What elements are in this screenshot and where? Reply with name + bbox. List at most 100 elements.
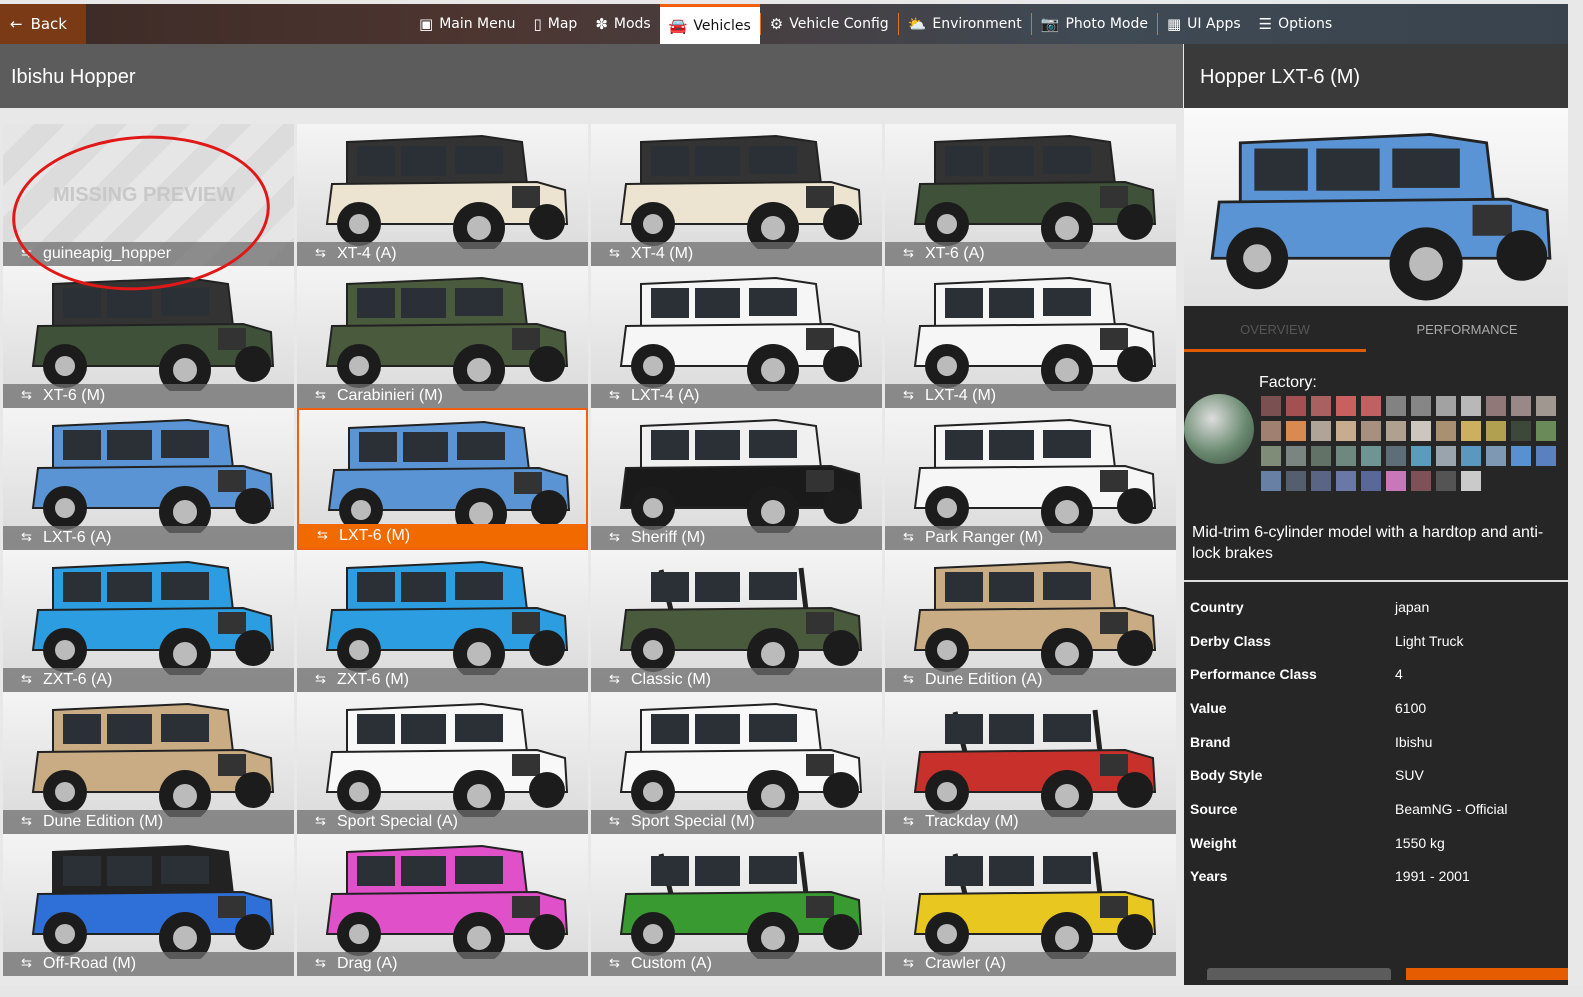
paint-swatch[interactable] xyxy=(1411,471,1431,491)
paint-swatch[interactable] xyxy=(1486,421,1506,441)
paint-swatch[interactable] xyxy=(1436,471,1456,491)
config-tile[interactable]: ⇆ Custom (A) xyxy=(591,834,882,976)
config-label: Sport Special (A) xyxy=(337,813,458,830)
paint-swatch[interactable] xyxy=(1336,471,1356,491)
paint-swatch[interactable] xyxy=(1461,446,1481,466)
config-title: Hopper LXT-6 (M) xyxy=(1184,44,1568,108)
config-description: Mid-trim 6-cylinder model with a hardtop… xyxy=(1184,512,1568,582)
nav-vehicle-config[interactable]: ⚙ Vehicle Config xyxy=(761,4,898,44)
paint-section: Factory: xyxy=(1184,352,1568,512)
config-tile[interactable]: ⇆ Classic (M) xyxy=(591,550,882,692)
nav-tabs: ▣ Main Menu ▯ Map ✽ Mods 🚘 Vehicles ⚙ Vehicle Con… xyxy=(410,4,1341,44)
paint-swatch[interactable] xyxy=(1436,421,1456,441)
config-tile[interactable]: ⇆ Drag (A) xyxy=(297,834,588,976)
back-button[interactable]: ← Back xyxy=(0,4,86,44)
config-tile[interactable]: ⇆ Sport Special (M) xyxy=(591,692,882,834)
sliders-icon: ☰ xyxy=(1258,15,1273,33)
spec-key: Brand xyxy=(1190,733,1231,750)
config-label: LXT-6 (A) xyxy=(43,529,112,546)
nav-main-menu[interactable]: ▣ Main Menu xyxy=(410,4,525,44)
paint-swatch[interactable] xyxy=(1536,421,1556,441)
config-tile[interactable]: ⇆ XT-4 (M) xyxy=(591,124,882,266)
config-share-icon: ⇆ xyxy=(609,955,620,970)
config-share-icon: ⇆ xyxy=(21,955,32,970)
nav-vehicles[interactable]: 🚘 Vehicles xyxy=(659,4,760,44)
paint-swatch[interactable] xyxy=(1261,471,1281,491)
paint-swatch[interactable] xyxy=(1361,421,1381,441)
paint-swatch[interactable] xyxy=(1361,396,1381,416)
paint-swatch[interactable] xyxy=(1486,446,1506,466)
config-tile[interactable]: ⇆ LXT-4 (M) xyxy=(885,266,1176,408)
config-label: Carabinieri (M) xyxy=(337,387,443,404)
primary-action-button[interactable] xyxy=(1406,968,1568,980)
config-tile[interactable]: ⇆ Sport Special (A) xyxy=(297,692,588,834)
secondary-action-button[interactable] xyxy=(1207,968,1391,980)
paint-swatch[interactable] xyxy=(1336,446,1356,466)
paint-swatch[interactable] xyxy=(1386,471,1406,491)
paint-swatch[interactable] xyxy=(1436,446,1456,466)
config-tile[interactable]: ⇆ Dune Edition (M) xyxy=(3,692,294,834)
paint-swatch[interactable] xyxy=(1511,421,1531,441)
paint-swatch[interactable] xyxy=(1486,396,1506,416)
paint-swatch[interactable] xyxy=(1361,471,1381,491)
paint-swatch[interactable] xyxy=(1411,446,1431,466)
config-tile[interactable]: MISSING PREVIEW ⇆ guineapig_hopper xyxy=(3,124,294,266)
paint-swatch[interactable] xyxy=(1511,396,1531,416)
paint-swatch[interactable] xyxy=(1286,421,1306,441)
config-tile[interactable]: ⇆ Crawler (A) xyxy=(885,834,1176,976)
nav-options[interactable]: ☰ Options xyxy=(1250,4,1341,44)
paint-swatch[interactable] xyxy=(1436,396,1456,416)
paint-swatch[interactable] xyxy=(1261,396,1281,416)
config-tile[interactable]: ⇆ LXT-6 (M) xyxy=(297,408,588,550)
paint-swatch[interactable] xyxy=(1311,471,1331,491)
config-label: Trackday (M) xyxy=(925,813,1019,830)
paint-swatch[interactable] xyxy=(1461,471,1481,491)
config-label: Dune Edition (M) xyxy=(43,813,164,830)
paint-swatch[interactable] xyxy=(1311,396,1331,416)
config-tile[interactable]: ⇆ XT-4 (A) xyxy=(297,124,588,266)
config-share-icon: ⇆ xyxy=(609,671,620,686)
paint-swatch[interactable] xyxy=(1536,446,1556,466)
paint-swatch[interactable] xyxy=(1311,421,1331,441)
config-tile[interactable]: ⇆ XT-6 (M) xyxy=(3,266,294,408)
config-tile[interactable]: ⇆ ZXT-6 (A) xyxy=(3,550,294,692)
config-tile[interactable]: ⇆ Dune Edition (A) xyxy=(885,550,1176,692)
config-tile[interactable]: ⇆ Sheriff (M) xyxy=(591,408,882,550)
paint-swatch[interactable] xyxy=(1411,396,1431,416)
paint-swatch[interactable] xyxy=(1386,446,1406,466)
paint-swatch[interactable] xyxy=(1411,421,1431,441)
config-tile[interactable]: ⇆ LXT-6 (A) xyxy=(3,408,294,550)
paint-swatch[interactable] xyxy=(1536,396,1556,416)
config-tile[interactable]: ⇆ XT-6 (A) xyxy=(885,124,1176,266)
config-tile[interactable]: ⇆ ZXT-6 (M) xyxy=(297,550,588,692)
paint-swatch[interactable] xyxy=(1311,446,1331,466)
paint-swatch[interactable] xyxy=(1286,471,1306,491)
config-tile[interactable]: ⇆ Carabinieri (M) xyxy=(297,266,588,408)
paint-swatch[interactable] xyxy=(1461,396,1481,416)
paint-swatch[interactable] xyxy=(1336,421,1356,441)
config-tile[interactable]: ⇆ Off-Road (M) xyxy=(3,834,294,976)
config-tile[interactable]: ⇆ Park Ranger (M) xyxy=(885,408,1176,550)
nav-ui-apps[interactable]: ▦ UI Apps xyxy=(1158,4,1250,44)
config-tile[interactable]: ⇆ Trackday (M) xyxy=(885,692,1176,834)
paint-swatch[interactable] xyxy=(1461,421,1481,441)
tab-overview[interactable]: OVERVIEW xyxy=(1184,306,1366,352)
nav-photo-mode[interactable]: 📷 Photo Mode xyxy=(1032,4,1157,44)
config-tile[interactable]: ⇆ LXT-4 (A) xyxy=(591,266,882,408)
paint-swatch[interactable] xyxy=(1286,446,1306,466)
paint-swatch[interactable] xyxy=(1386,421,1406,441)
tab-performance[interactable]: PERFORMANCE xyxy=(1366,306,1568,352)
main-menu-icon: ▣ xyxy=(419,15,434,33)
paint-swatch[interactable] xyxy=(1386,396,1406,416)
nav-mods[interactable]: ✽ Mods xyxy=(586,4,659,44)
paint-swatch[interactable] xyxy=(1336,396,1356,416)
paint-swatch[interactable] xyxy=(1261,421,1281,441)
nav-environment[interactable]: ⛅ Environment xyxy=(899,4,1031,44)
paint-swatch[interactable] xyxy=(1361,446,1381,466)
missing-preview-text: MISSING PREVIEW xyxy=(53,184,236,206)
paint-swatch[interactable] xyxy=(1286,396,1306,416)
paint-swatch[interactable] xyxy=(1261,446,1281,466)
nav-map[interactable]: ▯ Map xyxy=(525,4,587,44)
config-share-icon: ⇆ xyxy=(315,387,326,402)
paint-swatch[interactable] xyxy=(1511,446,1531,466)
